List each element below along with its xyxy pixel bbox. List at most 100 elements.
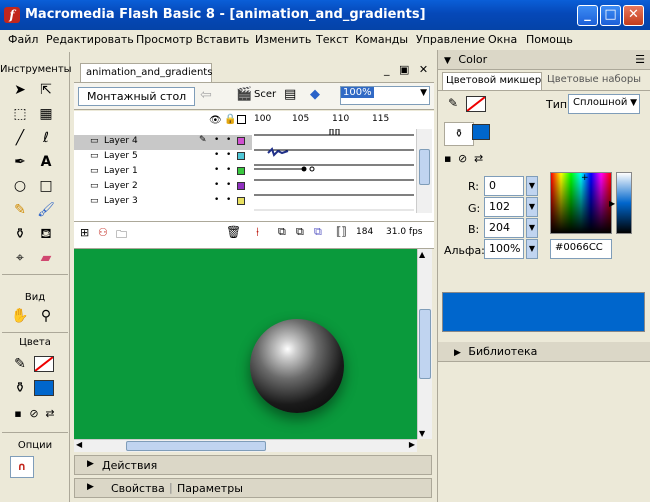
close-button[interactable]: ✕ (623, 5, 644, 26)
visibility-eye-icon[interactable]: 👁 (209, 115, 222, 126)
fill-color-icon[interactable]: ⚱ (10, 378, 30, 398)
stroke-color-swatch[interactable] (34, 356, 54, 372)
mixer-fill-swatch[interactable] (472, 124, 490, 140)
menu-file[interactable]: Файл (8, 33, 38, 46)
menu-control[interactable]: Управление (416, 33, 485, 46)
layer-row-3[interactable]: ▭ Layer 3 • • (74, 195, 252, 210)
menu-view[interactable]: Просмотр (136, 33, 192, 46)
timeline-scrollbar[interactable] (416, 129, 432, 213)
hex-input[interactable]: #0066CC (550, 239, 612, 259)
paint-bucket-icon[interactable]: ⛾ (36, 224, 56, 244)
modify-markers-icon[interactable]: ⟦⟧ (336, 225, 347, 238)
stroke-color-icon[interactable]: ✎ (10, 354, 30, 374)
layer-row-5[interactable]: ▭ Layer 5 • • (74, 150, 252, 165)
green-input[interactable]: 102 (484, 197, 524, 217)
menu-insert[interactable]: Вставить (196, 33, 249, 46)
no-color-icon[interactable]: ⊘ (458, 152, 467, 165)
zoom-select[interactable]: 100% ▼ (340, 86, 430, 105)
close-doc-icon[interactable]: ✕ (419, 63, 428, 76)
color-spectrum[interactable]: + (550, 172, 612, 234)
trash-icon[interactable]: 🗑 (226, 225, 241, 239)
scroll-up-icon[interactable]: ▲ (419, 250, 425, 259)
layer-row-4[interactable]: ▭ Layer 4 ✎ • • (74, 135, 252, 150)
blue-chevron-icon[interactable]: ▼ (526, 218, 538, 238)
swap-colors-icon[interactable]: ⇄ (474, 152, 483, 165)
layer-row-1[interactable]: ▭ Layer 1 • • (74, 165, 252, 180)
snap-magnet-icon[interactable]: ∩ (10, 456, 34, 478)
add-folder-icon[interactable]: 🗀 (116, 226, 127, 245)
outline-icon[interactable] (237, 115, 246, 124)
lasso-tool-icon[interactable]: ℓ (36, 128, 56, 148)
hand-tool-icon[interactable]: ✋ (10, 306, 30, 326)
properties-panel-header[interactable]: ▶ Свойства | Параметры (74, 478, 432, 498)
lock-icon[interactable]: 🔒 (224, 114, 236, 125)
swap-colors-icon[interactable]: ⇄ (40, 404, 60, 424)
fill-transform-icon[interactable]: ▦ (36, 104, 56, 124)
actions-panel-header[interactable]: ▶ Действия (74, 455, 432, 475)
subselect-tool-icon[interactable]: ⇱ (36, 80, 56, 100)
brush-tool-icon[interactable]: 🖌 (36, 200, 56, 220)
menu-commands[interactable]: Команды (355, 33, 408, 46)
fill-color-swatch[interactable] (34, 380, 54, 396)
tab-color-mixer[interactable]: Цветовой микшер (442, 72, 542, 90)
scene-icon[interactable]: 🎬 (236, 87, 252, 102)
library-panel-header[interactable]: ▶ Библиотека (438, 342, 650, 362)
alpha-input[interactable]: 100% (484, 239, 524, 259)
properties-label[interactable]: Свойства (111, 482, 165, 495)
fill-type-select[interactable]: Сплошной ▼ (568, 94, 640, 114)
menu-modify[interactable]: Изменить (255, 33, 311, 46)
timeline-toggle-button[interactable]: Монтажный стол (78, 87, 196, 106)
alpha-chevron-icon[interactable]: ▼ (526, 239, 538, 259)
tab-document[interactable]: animation_and_gradients (80, 63, 212, 82)
menu-text[interactable]: Текст (316, 33, 349, 46)
scroll-left-icon[interactable]: ◀ (76, 440, 82, 449)
line-tool-icon[interactable]: ╱ (10, 128, 30, 148)
add-motion-guide-icon[interactable]: ⚇ (98, 226, 108, 239)
maximize-button[interactable]: □ (600, 5, 621, 26)
fill-color-icon[interactable]: ⚱ (444, 122, 474, 146)
text-tool-icon[interactable]: A (36, 152, 56, 172)
brightness-slider[interactable]: ▶ (609, 172, 632, 234)
pen-tool-icon[interactable]: ✒ (10, 152, 30, 172)
sphere-shape[interactable] (250, 319, 344, 413)
blue-input[interactable]: 204 (484, 218, 524, 238)
red-chevron-icon[interactable]: ▼ (526, 176, 538, 196)
onion-outline-icon[interactable]: ⧉ (296, 225, 304, 239)
eraser-tool-icon[interactable]: ▰ (36, 248, 56, 268)
edit-scene-icon[interactable]: ▤ (284, 87, 296, 102)
eyedropper-icon[interactable]: ⌖ (10, 248, 30, 268)
add-layer-icon[interactable]: ⊞ (80, 226, 89, 239)
panel-menu-icon[interactable]: ☰ (635, 53, 645, 66)
zoom-tool-icon[interactable]: ⚲ (36, 306, 56, 326)
edit-multiple-icon[interactable]: ⧉ (314, 225, 322, 239)
oval-tool-icon[interactable]: ○ (10, 176, 30, 196)
frames-grid[interactable] (254, 129, 414, 213)
scroll-down-icon[interactable]: ▼ (419, 429, 425, 438)
minimize-button[interactable]: _ (577, 5, 598, 26)
minimize-doc-icon[interactable]: _ (384, 63, 390, 76)
green-chevron-icon[interactable]: ▼ (526, 197, 538, 217)
stroke-color-icon[interactable]: ✎ (448, 96, 458, 110)
pencil-tool-icon[interactable]: ✎ (10, 200, 30, 220)
back-arrow-icon[interactable]: ⇦ (200, 87, 212, 103)
mixer-stroke-swatch[interactable] (466, 96, 486, 112)
tab-color-swatches[interactable]: Цветовые наборы (544, 72, 648, 90)
stage-horizontal-scrollbar[interactable]: ◀ ▶ (74, 439, 417, 452)
parameters-label[interactable]: Параметры (177, 482, 243, 495)
color-panel-header[interactable]: ▼ Color ☰ (438, 50, 650, 70)
free-transform-icon[interactable]: ⬚ (10, 104, 30, 124)
menu-help[interactable]: Помощь (526, 33, 573, 46)
menu-edit[interactable]: Редактировать (46, 33, 134, 46)
ink-bottle-icon[interactable]: ⚱ (10, 224, 30, 244)
stage[interactable] (74, 249, 417, 439)
edit-symbol-icon[interactable]: ◆ (310, 87, 320, 102)
layer-row-2[interactable]: ▭ Layer 2 • • (74, 180, 252, 195)
center-frame-icon[interactable]: ⍿ (256, 225, 259, 240)
restore-doc-icon[interactable]: ▣ (399, 63, 409, 76)
stage-vertical-scrollbar[interactable]: ▲ ▼ (417, 249, 432, 439)
arrow-tool-icon[interactable]: ➤ (10, 80, 30, 100)
menu-window[interactable]: Окна (488, 33, 517, 46)
default-colors-icon[interactable]: ▪ (444, 152, 451, 165)
scroll-right-icon[interactable]: ▶ (409, 440, 415, 449)
red-input[interactable]: 0 (484, 176, 524, 196)
